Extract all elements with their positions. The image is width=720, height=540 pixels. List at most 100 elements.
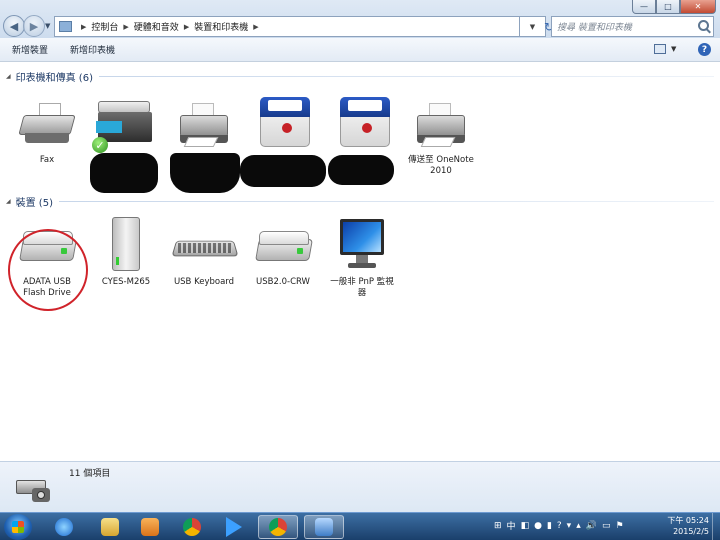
taskbar-control-panel[interactable]	[304, 515, 344, 539]
search-input[interactable]: 搜尋 裝置和印表機	[551, 16, 714, 37]
monitor-icon	[330, 215, 394, 275]
printer-icon	[409, 93, 473, 153]
printer-item-mfp[interactable]: ✓	[84, 93, 164, 155]
search-placeholder: 搜尋 裝置和印表機	[557, 23, 632, 33]
clock-time: 下午 05:24	[667, 516, 709, 525]
taskbar-chrome[interactable]	[172, 515, 212, 539]
item-count: 11 個項目	[69, 469, 111, 479]
default-printer-check-icon: ✓	[92, 137, 108, 153]
mfp-printer-icon: ✓	[92, 93, 156, 153]
fullwidth-icon[interactable]: ●	[534, 521, 542, 531]
device-item-cyes-m265[interactable]: CYES-M265	[86, 215, 166, 288]
collapse-triangle-icon[interactable]: ◢	[6, 73, 11, 80]
breadcrumb-control-panel[interactable]: 控制台	[91, 20, 118, 33]
add-printer-button[interactable]: 新增印表機	[70, 43, 115, 56]
chevron-right-icon[interactable]: ▶	[253, 23, 258, 31]
printer-item-5[interactable]	[324, 93, 404, 155]
breadcrumb-devices-printers[interactable]: 裝置和印表機	[194, 20, 248, 33]
change-view-icon[interactable]	[654, 44, 666, 54]
recent-pages-dropdown[interactable]: ▼	[45, 22, 50, 30]
taskbar-chrome-active[interactable]	[258, 515, 298, 539]
printers-group-header[interactable]: ◢ 印表機和傳真 (6)	[6, 69, 714, 84]
show-hidden-icons[interactable]: ▴	[576, 521, 581, 531]
printer-icon	[172, 93, 236, 153]
devices-printers-icon	[12, 468, 56, 508]
taskbar-explorer[interactable]	[90, 515, 130, 539]
media-player-icon	[141, 518, 159, 536]
item-label: USB2.0-CRW	[256, 277, 310, 287]
taskbar: ⊞ 中 ◧ ● ▮ ? ▾ ▴ 🔊 ▭ ⚑ 下午 05:24 2015/2/5	[0, 512, 720, 540]
group-divider	[58, 201, 714, 202]
devices-view: ◢ 印表機和傳真 (6) Fax ✓ 傳送至 OneNote 2010 ◢ 裝置…	[0, 63, 720, 461]
item-label: CYES-M265	[101, 277, 151, 287]
chevron-right-icon[interactable]: ▶	[81, 23, 86, 31]
windows-logo-icon	[12, 521, 24, 533]
forward-button[interactable]: ▶	[23, 15, 45, 37]
xerox-printer-icon	[252, 93, 316, 153]
devices-group-title: 裝置 (5)	[15, 198, 53, 209]
volume-icon[interactable]: 🔊	[586, 521, 597, 531]
device-item-usb-crw[interactable]: USB2.0-CRW	[243, 215, 323, 288]
play-icon	[226, 517, 242, 537]
printer-item-4[interactable]	[244, 93, 324, 155]
breadcrumb-hardware-sound[interactable]: 硬體和音效	[134, 20, 179, 33]
fax-icon	[15, 93, 79, 153]
view-options-dropdown[interactable]: ▼	[671, 45, 676, 53]
collapse-triangle-icon[interactable]: ◢	[6, 198, 11, 205]
maximize-button[interactable]: □	[656, 0, 680, 14]
keyboard-icon	[171, 215, 239, 275]
network-icon[interactable]: ▭	[602, 521, 611, 531]
control-panel-icon	[315, 518, 333, 536]
item-label: 一般非 PnP 監視器	[330, 277, 394, 298]
add-device-button[interactable]: 新增裝置	[12, 43, 48, 56]
back-button[interactable]: ◀	[3, 15, 25, 37]
chevron-right-icon[interactable]: ▶	[123, 23, 128, 31]
devices-group-header[interactable]: ◢ 裝置 (5)	[6, 194, 714, 209]
punctuation-icon[interactable]: ▮	[547, 521, 552, 531]
device-item-monitor[interactable]: 一般非 PnP 監視器	[322, 215, 402, 299]
card-reader-icon	[251, 215, 315, 275]
red-highlight-circle	[8, 229, 88, 311]
chrome-icon	[183, 518, 201, 536]
help-button[interactable]: ?	[698, 43, 711, 56]
item-label: Fax	[39, 155, 55, 165]
ime-icon[interactable]: ⊞	[494, 521, 502, 531]
group-divider	[98, 76, 714, 77]
external-drive-icon	[94, 215, 158, 275]
system-tray: ⊞ 中 ◧ ● ▮ ? ▾ ▴ 🔊 ▭ ⚑	[494, 519, 629, 533]
window-chrome: ◀ ▶ ▼ ▶ 控制台 ▶ 硬體和音效 ▶ 裝置和印表機 ▶ ▼ ↻ 搜尋 裝置…	[0, 0, 720, 38]
help-icon[interactable]: ?	[557, 521, 562, 531]
folder-icon	[101, 518, 119, 536]
taskbar-ie[interactable]	[44, 515, 84, 539]
taskbar-media-player[interactable]	[130, 515, 170, 539]
redaction-mark	[170, 153, 240, 193]
address-bar[interactable]: ▶ 控制台 ▶ 硬體和音效 ▶ 裝置和印表機 ▶	[54, 16, 520, 37]
redaction-mark	[240, 155, 326, 187]
show-desktop-button[interactable]	[712, 513, 720, 540]
input-language[interactable]: 中	[507, 519, 516, 532]
clock-date: 2015/2/5	[673, 527, 709, 536]
item-label: 傳送至 OneNote 2010	[408, 155, 474, 176]
chevron-right-icon[interactable]: ▶	[184, 23, 189, 31]
command-bar: 新增裝置 新增印表機 ▼ ?	[0, 38, 720, 62]
printers-group-title: 印表機和傳真 (6)	[15, 73, 93, 84]
printer-item-fax[interactable]: Fax	[7, 93, 87, 166]
redaction-mark	[328, 155, 394, 185]
details-pane: 11 個項目	[0, 461, 720, 512]
printer-item-onenote[interactable]: 傳送至 OneNote 2010	[401, 93, 481, 177]
search-icon[interactable]	[698, 20, 709, 31]
minimize-button[interactable]: —	[632, 0, 656, 14]
action-center-flag-icon[interactable]: ⚑	[615, 521, 623, 531]
printer-item-3[interactable]	[164, 93, 244, 155]
clock[interactable]: 下午 05:24 2015/2/5	[655, 515, 709, 537]
device-item-usb-keyboard[interactable]: USB Keyboard	[164, 215, 244, 288]
ime-options-icon[interactable]: ▾	[567, 521, 572, 531]
xerox-printer-icon	[332, 93, 396, 153]
control-panel-icon	[59, 21, 72, 32]
start-button[interactable]	[4, 514, 32, 540]
internet-explorer-icon	[55, 518, 73, 536]
redaction-mark	[90, 153, 158, 193]
close-button[interactable]: ✕	[680, 0, 716, 14]
taskbar-media[interactable]	[214, 515, 254, 539]
ime-mode-icon[interactable]: ◧	[521, 521, 530, 531]
